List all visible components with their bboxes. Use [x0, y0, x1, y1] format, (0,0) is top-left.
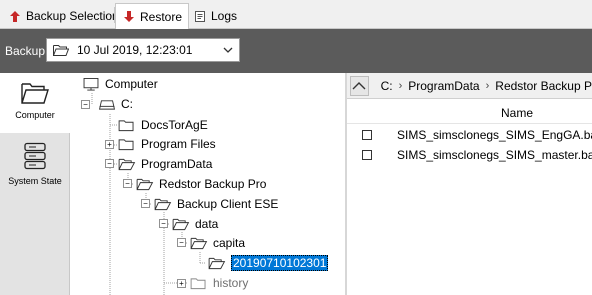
up-folder-button[interactable]: [350, 75, 369, 96]
tree-node-folder[interactable]: ProgramData: [118, 155, 212, 173]
file-row[interactable]: SIMS_simsclonegs_SIMS_EngGA.bak: [347, 125, 592, 145]
category-computer[interactable]: Computer: [0, 73, 70, 133]
tree-node-label: history: [213, 276, 249, 290]
collapse-toggle[interactable]: −: [141, 199, 150, 208]
folder-icon: [190, 277, 206, 289]
up-arrow-icon: [8, 9, 22, 23]
tree-node-selected-folder[interactable]: 20190710102301: [208, 254, 329, 272]
folder-open-icon: [208, 257, 226, 269]
tab-backup-selection[interactable]: Backup Selection: [2, 3, 125, 29]
tree-node-label: 20190710102301: [231, 255, 329, 271]
file-name: SIMS_simsclonegs_SIMS_master.bak: [397, 148, 592, 162]
folder-open-icon: [172, 218, 190, 230]
folder-icon: [118, 138, 134, 150]
category-label: System State: [8, 176, 62, 186]
folder-icon: [118, 119, 134, 131]
column-header-label: Name: [501, 106, 534, 120]
file-checkbox[interactable]: [362, 130, 372, 140]
column-header-name[interactable]: Name: [347, 100, 592, 124]
tree-node-folder[interactable]: history: [190, 274, 248, 292]
file-list-pane: C: › ProgramData › Redstor Backup P Name…: [347, 73, 592, 295]
file-checkbox[interactable]: [362, 150, 372, 160]
collapse-toggle[interactable]: −: [177, 238, 186, 247]
file-row[interactable]: SIMS_simsclonegs_SIMS_master.bak: [347, 145, 592, 165]
folder-open-icon: [21, 83, 49, 104]
drive-icon: [98, 99, 116, 110]
breadcrumb-separator-icon: ›: [485, 79, 490, 92]
tab-logs[interactable]: Logs: [187, 3, 243, 29]
tree-node-folder[interactable]: capita: [190, 234, 245, 252]
backup-label: Backup:: [5, 44, 49, 58]
tree-node-folder[interactable]: data: [172, 215, 218, 233]
folder-open-icon: [190, 237, 208, 249]
collapse-toggle[interactable]: −: [105, 159, 114, 168]
tab-label: Logs: [211, 9, 238, 23]
category-system-state[interactable]: System State: [0, 135, 70, 195]
tree-node-label: Backup Client ESE: [177, 197, 279, 211]
category-label: Computer: [15, 110, 55, 120]
tree-node-computer[interactable]: Computer: [82, 75, 158, 93]
file-name: SIMS_simsclonegs_SIMS_EngGA.bak: [397, 128, 592, 142]
tab-bar: Backup Selection Restore Logs: [0, 0, 592, 30]
tree-node-label: Redstor Backup Pro: [159, 177, 267, 191]
chevron-up-icon: [352, 82, 366, 90]
server-stack-icon: [24, 142, 46, 170]
breadcrumb-item[interactable]: C:: [381, 79, 393, 93]
category-panel: Computer System State: [0, 73, 70, 295]
tree-node-folder[interactable]: DocsTorAgE: [118, 116, 208, 134]
expand-toggle[interactable]: +: [105, 140, 114, 149]
folder-tree: Computer − C: DocsTorAgE + Program Files…: [71, 73, 345, 295]
down-arrow-icon: [122, 10, 136, 24]
tree-node-label: capita: [213, 236, 246, 250]
backup-selected-value: 10 Jul 2019, 12:23:01: [77, 43, 193, 57]
tree-node-folder[interactable]: Redstor Backup Pro: [136, 175, 266, 193]
tree-node-label: DocsTorAgE: [141, 118, 208, 132]
tab-label: Backup Selection: [26, 9, 119, 23]
computer-icon: [83, 77, 99, 91]
folder-open-icon: [118, 158, 136, 170]
tree-node-label: Computer: [105, 77, 158, 91]
tree-node-label: data: [195, 217, 219, 231]
tree-node-label: ProgramData: [141, 157, 213, 171]
tree-node-label: Program Files: [141, 137, 216, 151]
folder-open-icon: [154, 198, 172, 210]
tab-label: Restore: [140, 9, 183, 24]
folder-open-icon: [53, 45, 69, 56]
collapse-toggle[interactable]: −: [81, 100, 90, 109]
breadcrumb-separator-icon: ›: [398, 79, 403, 92]
breadcrumb-item[interactable]: ProgramData: [408, 79, 479, 93]
tree-node-c-drive[interactable]: C:: [98, 95, 133, 113]
tree-node-label: C:: [121, 97, 133, 111]
backup-bar: Backup: 10 Jul 2019, 12:23:01: [0, 29, 592, 73]
tree-node-folder[interactable]: Backup Client ESE: [154, 195, 278, 213]
backup-dropdown[interactable]: 10 Jul 2019, 12:23:01: [46, 38, 240, 62]
folder-open-icon: [136, 178, 154, 190]
log-icon: [193, 9, 207, 23]
collapse-toggle[interactable]: −: [123, 179, 132, 188]
breadcrumb: C: › ProgramData › Redstor Backup P: [347, 73, 592, 99]
tab-restore[interactable]: Restore: [115, 3, 190, 30]
chevron-down-icon: [223, 47, 233, 53]
tree-node-folder[interactable]: Program Files: [118, 135, 216, 153]
collapse-toggle[interactable]: −: [159, 219, 168, 228]
breadcrumb-item[interactable]: Redstor Backup P: [495, 79, 592, 93]
expand-toggle[interactable]: +: [177, 279, 186, 288]
